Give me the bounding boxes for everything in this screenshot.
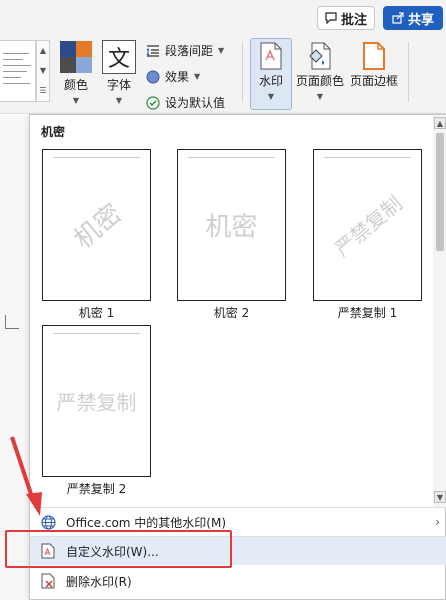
chevron-up-icon[interactable]: ▲ [37,41,49,61]
watermark-thumb-do-not-copy-2[interactable]: 严禁复制 [42,325,151,477]
gallery-scrollbar[interactable]: ▲ ▼ [433,115,446,507]
document-canvas[interactable] [0,115,30,600]
watermark-icon [260,42,282,70]
scroll-thumb[interactable] [436,133,444,251]
share-icon [392,12,404,24]
style-gallery[interactable] [0,40,36,102]
page-color-button[interactable]: 页面颜色 ▼ [294,42,346,101]
more-icon[interactable]: ☰ [37,81,49,101]
thumb-caption: 严禁复制 2 [66,482,127,496]
page-borders-label: 页面边框 [349,74,398,88]
page-borders-button[interactable]: 页面边框 [346,42,402,89]
page-header-line [53,333,140,334]
set-as-default-label: 设为默认值 [165,96,226,110]
page-color-icon [309,42,331,70]
color-palette-icon [60,41,92,73]
watermark-text: 机密 [68,198,128,256]
comment-icon [325,12,337,24]
checkmark-circle-icon [146,95,160,110]
paragraph-spacing-icon [146,44,159,57]
chevron-down-icon: ▼ [194,72,201,81]
page-borders-icon [363,42,385,70]
chevron-down-icon[interactable]: ▼ [37,61,49,81]
chevron-right-icon: › [435,515,440,529]
ribbon-separator [242,42,243,102]
watermark-thumb-do-not-copy-1[interactable]: 严禁复制 [313,149,422,301]
remove-watermark-menu-item[interactable]: 删除水印(R) [30,567,446,595]
chevron-down-icon: ▼ [218,46,225,55]
fonts-button[interactable]: 文 字体 ▼ [101,40,137,105]
ribbon-design-tab: ▲ ▼ ☰ 颜色 ▼ 文 字体 ▼ 段落间距 ▼ 效果 ▼ 设为默认值 水印 ▼… [0,36,446,114]
thumb-caption: 机密 1 [78,306,115,320]
watermark-thumb-confidential-2[interactable]: 机密 [177,149,286,301]
chevron-down-icon: ▼ [316,92,324,101]
page-corner-mark [5,315,19,329]
watermark-label: 水印 [258,74,283,88]
page-header-line [53,157,140,158]
colors-label: 颜色 [63,78,88,92]
watermark-text: 严禁复制 [56,390,137,415]
style-gallery-scroll[interactable]: ▲ ▼ ☰ [36,40,50,102]
watermark-thumb-confidential-1[interactable]: 机密 [42,149,151,301]
comment-label: 批注 [340,12,367,28]
page-header-line [324,157,411,158]
page-header-line [188,157,275,158]
ribbon-separator [408,42,409,102]
chevron-down-icon: ▼ [115,96,123,105]
watermark-button[interactable]: 水印 ▼ [251,42,291,101]
chevron-down-icon: ▼ [267,92,275,101]
effects-icon [146,70,160,83]
annotation-highlight-box [5,530,232,568]
remove-watermark-icon [41,573,55,589]
paragraph-spacing-label: 段落间距 [165,44,214,58]
remove-watermark-label: 删除水印(R) [66,574,132,589]
share-label: 共享 [407,12,434,28]
watermark-text: 严禁复制 [330,191,407,262]
watermark-text: 机密 [205,212,258,243]
scroll-down-icon[interactable]: ▼ [434,491,446,503]
more-watermarks-label: Office.com 中的其他水印(M) [66,515,227,530]
globe-icon [40,514,56,530]
scroll-up-icon[interactable]: ▲ [434,117,446,129]
colors-button[interactable]: 颜色 ▼ [58,40,94,105]
title-bar: 批注 共享 [0,0,446,36]
fonts-label: 字体 [106,78,131,92]
chevron-down-icon: ▼ [72,96,80,105]
share-button[interactable]: 共享 [383,6,443,30]
effects-button[interactable]: 效果 ▼ [146,68,200,85]
paragraph-spacing-button[interactable]: 段落间距 ▼ [146,42,224,59]
set-as-default-button[interactable]: 设为默认值 [146,94,225,111]
effects-label: 效果 [165,70,190,84]
watermark-gallery-panel: 机密 机密 机密 1 机密 机密 2 严禁复制 严禁复制 1 严禁复制 严禁复制… [29,114,446,600]
thumb-caption: 严禁复制 1 [337,306,398,320]
thumb-caption: 机密 2 [213,306,250,320]
font-icon: 文 [102,40,136,74]
page-color-label: 页面颜色 [295,74,344,88]
comment-button[interactable]: 批注 [317,6,375,30]
font-glyph: 文 [107,47,130,72]
section-title: 机密 [41,125,66,139]
